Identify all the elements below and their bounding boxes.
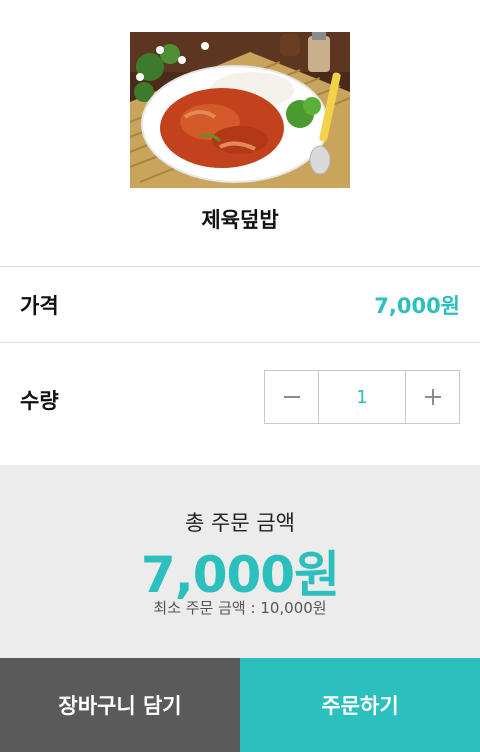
total-label: 총 주문 금액 [185,511,295,535]
action-bar: 장바구니 담기 주문하기 [0,658,480,752]
divider [0,266,480,267]
food-photo [130,32,350,188]
increase-button[interactable] [406,371,459,423]
divider [0,342,480,343]
decrease-button[interactable] [265,371,318,423]
minus-icon [283,396,300,398]
product-name: 제육덮밥 [201,208,279,232]
order-button[interactable]: 주문하기 [240,658,480,752]
quantity-stepper: 1 [264,370,460,424]
order-summary: 총 주문 금액 7,000원 최소 주문 금액 : 10,000원 [0,465,480,658]
product-image [130,32,350,188]
minimum-order-notice: 최소 주문 금액 : 10,000원 [153,599,327,617]
price-label: 가격 [20,294,59,318]
plus-icon [424,389,441,405]
quantity-value[interactable]: 1 [318,371,406,423]
quantity-label: 수량 [20,389,59,413]
add-to-cart-button[interactable]: 장바구니 담기 [0,658,240,752]
price-value: 7,000원 [374,294,460,318]
product-section: 제육덮밥 [0,0,480,266]
